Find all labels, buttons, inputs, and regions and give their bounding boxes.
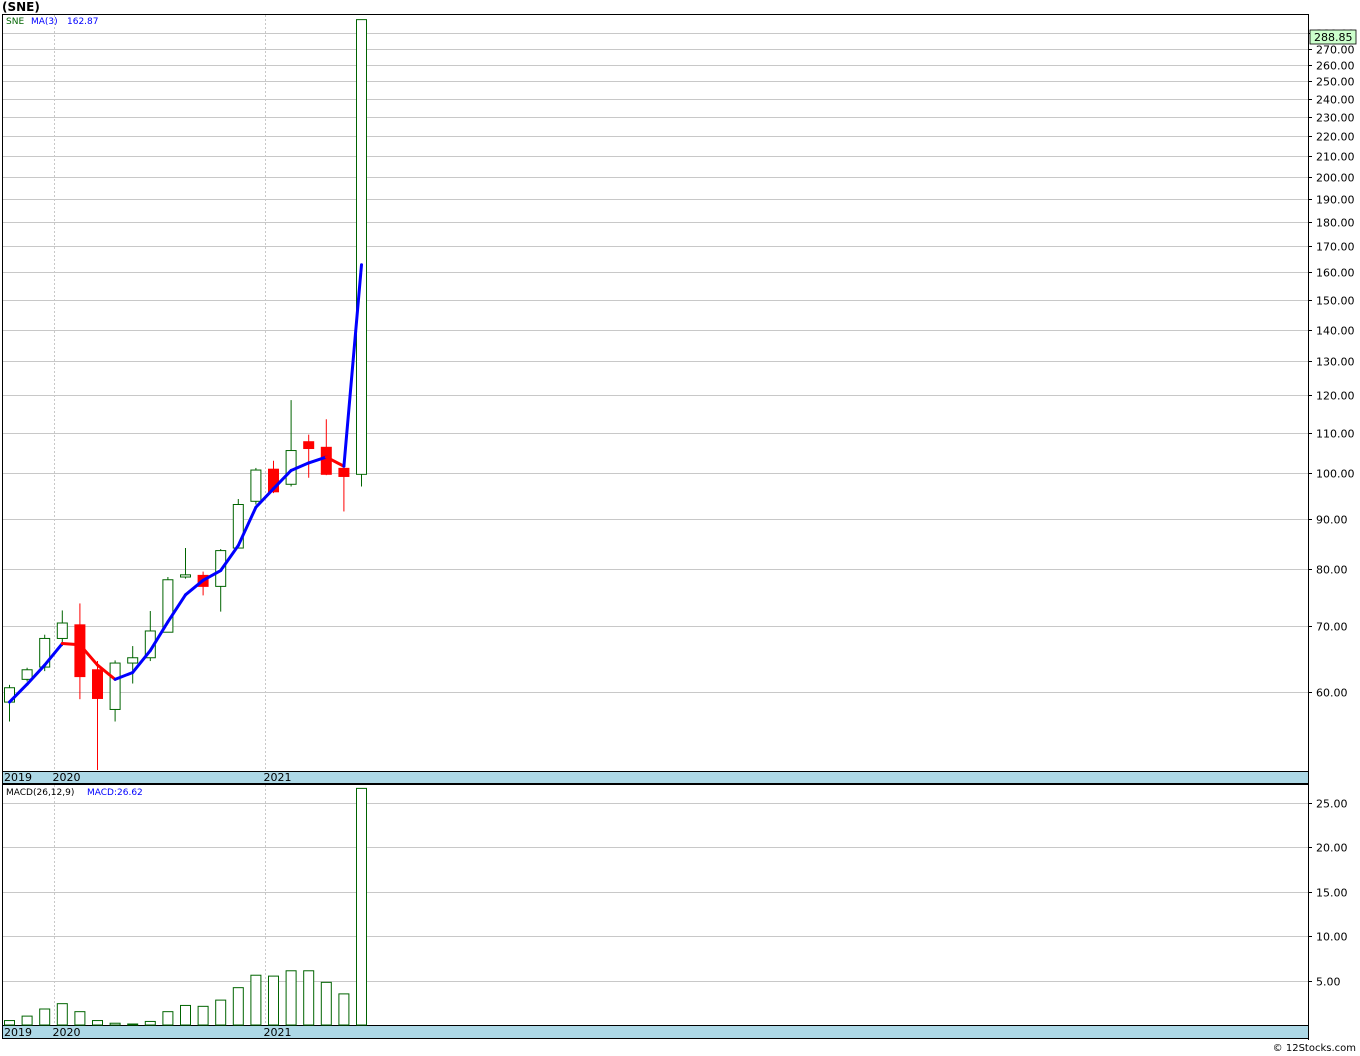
- macd-bar-series: [4, 787, 367, 1026]
- price-tick-label: 70.00: [1316, 621, 1348, 634]
- macd-bar: [268, 975, 279, 1026]
- macd-bar: [109, 1022, 121, 1026]
- price-x-label: 2020: [53, 771, 81, 784]
- price-tick-label: 100.00: [1316, 468, 1355, 481]
- price-tick-label: 130.00: [1316, 356, 1355, 369]
- price-x-label: 2021: [264, 771, 292, 784]
- ma3-segment: [184, 578, 205, 597]
- price-tick-label: 180.00: [1316, 217, 1355, 230]
- price-tick-label: 230.00: [1316, 112, 1355, 125]
- macd-x-label: 2020: [53, 1026, 81, 1039]
- macd-y-axis: 5.00 10.00 15.00 20.00 25.00: [1308, 798, 1348, 989]
- price-legend-symbol: SNE: [6, 17, 24, 27]
- price-tick-label: 110.00: [1316, 428, 1355, 441]
- candle-body: [56, 622, 68, 639]
- macd-panel-frame: [2, 784, 1309, 1026]
- price-tick-label: 60.00: [1316, 687, 1348, 700]
- macd-bar: [74, 1011, 86, 1026]
- candle-body: [127, 657, 139, 664]
- macd-bar: [356, 787, 367, 1026]
- macd-bar: [197, 1005, 209, 1026]
- macd-legend-value: MACD:26.62: [87, 788, 143, 798]
- candle-body: [250, 469, 262, 502]
- macd-bar: [320, 981, 332, 1026]
- macd-bar: [4, 1020, 15, 1026]
- macd-bar: [250, 974, 262, 1026]
- macd-x-label: 2019: [4, 1026, 32, 1039]
- price-tick-label: 160.00: [1316, 267, 1355, 280]
- macd-x-label: 2021: [264, 1026, 292, 1039]
- price-legend-ma: MA(3): [31, 17, 58, 27]
- candle-body: [232, 504, 244, 549]
- price-y-axis: 60.00 70.00 80.00 90.00 100.00 110.00 120.00 13…: [1308, 28, 1355, 700]
- macd-gridlines: [3, 785, 1308, 1025]
- price-tick-label: 260.00: [1316, 60, 1355, 73]
- macd-bar: [39, 1008, 51, 1026]
- price-tick-label: 170.00: [1316, 241, 1355, 254]
- macd-legend-label: MACD(26,12,9): [6, 788, 74, 798]
- price-tick-label: 80.00: [1316, 564, 1348, 577]
- macd-tick-label: 5.00: [1316, 976, 1341, 989]
- last-price-label: 288.85: [1314, 31, 1353, 44]
- price-tick-label: 210.00: [1316, 151, 1355, 164]
- price-tick-label: 240.00: [1316, 94, 1355, 107]
- macd-bar: [303, 970, 315, 1026]
- price-tick-label: 270.00: [1316, 44, 1355, 57]
- candle-body: [92, 669, 103, 699]
- price-panel-frame: [2, 14, 1309, 772]
- credit-text: © 12Stocks.com: [1272, 1043, 1356, 1054]
- candle-body: [338, 467, 350, 477]
- macd-tick-label: 10.00: [1316, 931, 1348, 944]
- macd-bar: [180, 1004, 191, 1026]
- stock-chart: 60.00 70.00 80.00 90.00 100.00 110.00 120.00 13…: [2, 14, 1357, 1040]
- price-tick-label: 250.00: [1316, 76, 1355, 89]
- macd-bar: [338, 993, 350, 1026]
- macd-bar: [144, 1020, 156, 1026]
- macd-bar: [127, 1023, 139, 1026]
- macd-date-strip: [2, 1025, 1309, 1039]
- price-tick-label: 120.00: [1316, 390, 1355, 403]
- macd-bar: [162, 1011, 174, 1026]
- price-tick-label: 150.00: [1316, 295, 1355, 308]
- macd-bar: [232, 987, 244, 1026]
- ma3-segment: [60, 642, 82, 647]
- macd-bar: [92, 1020, 103, 1026]
- candle-body: [180, 574, 191, 578]
- price-tick-label: 200.00: [1316, 172, 1355, 185]
- price-x-label: 2019: [4, 771, 32, 784]
- candle-body: [303, 441, 315, 450]
- candle-body: [21, 669, 33, 680]
- macd-tick-label: 20.00: [1316, 842, 1348, 855]
- macd-bar: [56, 1003, 68, 1026]
- candle-body: [320, 446, 332, 475]
- price-tick-label: 140.00: [1316, 325, 1355, 338]
- macd-bar: [21, 1015, 33, 1026]
- macd-tick-label: 15.00: [1316, 887, 1348, 900]
- price-date-strip: [2, 771, 1309, 784]
- candle-body: [356, 19, 367, 475]
- macd-bar: [215, 999, 227, 1026]
- macd-bar: [285, 970, 297, 1026]
- candlestick-series: [4, 19, 367, 770]
- price-tick-label: 220.00: [1316, 131, 1355, 144]
- macd-tick-label: 25.00: [1316, 798, 1348, 811]
- price-legend-ma-value: 162.87: [67, 17, 99, 27]
- price-tick-label: 190.00: [1316, 194, 1355, 207]
- price-tick-label: 90.00: [1316, 514, 1348, 527]
- price-gridlines: [3, 15, 1308, 771]
- candle-body: [109, 662, 121, 710]
